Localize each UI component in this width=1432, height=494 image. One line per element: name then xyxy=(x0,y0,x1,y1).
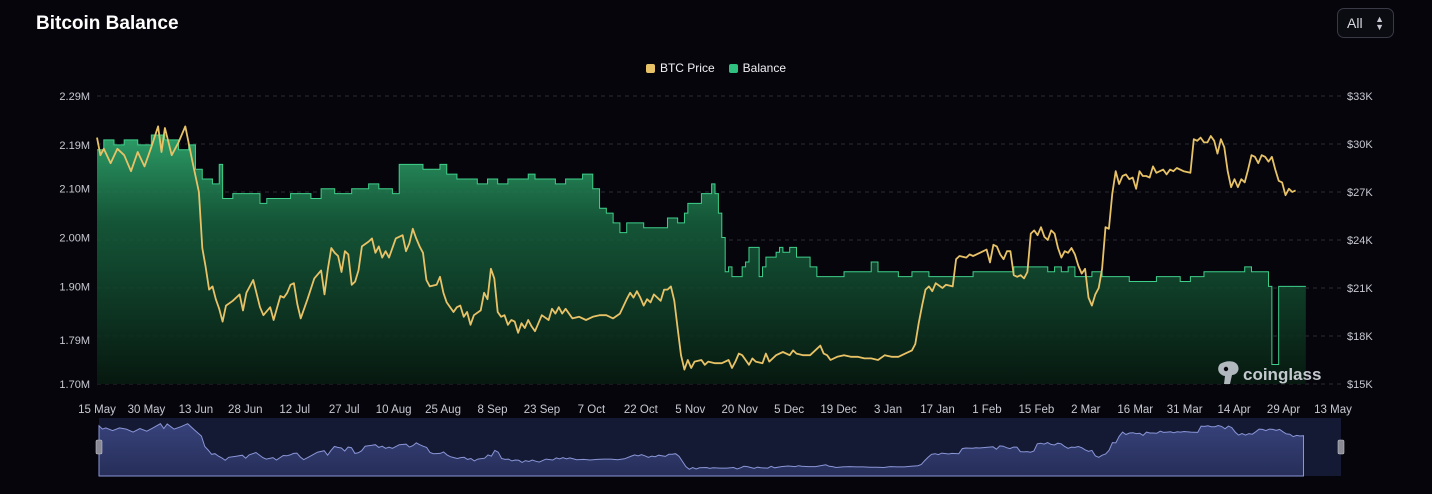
y-right-tick-label: $21K xyxy=(1347,283,1373,295)
x-tick-label: 13 Jun xyxy=(179,404,214,416)
x-tick-label: 1 Feb xyxy=(972,404,1001,416)
x-tick-label: 5 Dec xyxy=(774,404,804,416)
x-tick-label: 30 May xyxy=(128,404,166,416)
y-left-tick-label: 2.19M xyxy=(59,140,90,152)
x-tick-label: 25 Aug xyxy=(425,404,461,416)
x-tick-label: 10 Aug xyxy=(376,404,412,416)
watermark-text: coinglass xyxy=(1243,365,1321,384)
x-tick-label: 29 Apr xyxy=(1267,404,1300,416)
x-tick-label: 23 Sep xyxy=(524,404,560,416)
x-tick-label: 27 Jul xyxy=(329,404,360,416)
balance-area-fill xyxy=(97,135,1306,384)
x-tick-label: 14 Apr xyxy=(1217,404,1250,416)
y-right-tick-label: $27K xyxy=(1347,187,1373,199)
x-tick-label: 19 Dec xyxy=(820,404,857,416)
navigator-left-handle[interactable] xyxy=(95,439,103,455)
x-tick-label: 17 Jan xyxy=(920,404,955,416)
x-tick-label: 20 Nov xyxy=(722,404,759,416)
y-left-tick-label: 1.70M xyxy=(59,379,90,391)
y-left-tick-label: 2.29M xyxy=(59,91,90,103)
x-tick-label: 7 Oct xyxy=(578,404,606,416)
y-left-tick-label: 2.00M xyxy=(59,233,90,245)
y-right-tick-label: $33K xyxy=(1347,91,1373,103)
x-tick-label: 5 Nov xyxy=(675,404,705,416)
x-tick-label: 12 Jul xyxy=(279,404,310,416)
x-axis: 15 May 30 May 13 Jun 28 Jun 12 Jul 27 Jul 10 A… xyxy=(78,404,1352,416)
x-tick-label: 16 Mar xyxy=(1117,404,1153,416)
x-tick-label: 2 Mar xyxy=(1071,404,1101,416)
x-tick-label: 22 Oct xyxy=(624,404,659,416)
y-axis-left: 1.70M 1.79M 1.90M 2.00M 2.10M 2.19M 2.29M xyxy=(59,91,90,391)
range-navigator[interactable] xyxy=(95,418,1345,477)
x-tick-label: 8 Sep xyxy=(477,404,507,416)
x-tick-label: 31 Mar xyxy=(1167,404,1203,416)
y-left-tick-label: 2.10M xyxy=(59,184,90,196)
y-right-tick-label: $24K xyxy=(1347,235,1373,247)
balance-series xyxy=(97,134,1306,384)
y-axis-right: $15K $18K $21K $24K $27K $30K $33K xyxy=(1347,91,1373,391)
y-right-tick-label: $18K xyxy=(1347,331,1373,343)
x-tick-label: 13 May xyxy=(1314,404,1352,416)
navigator-right-handle[interactable] xyxy=(1337,439,1345,455)
x-tick-label: 15 May xyxy=(78,404,116,416)
x-tick-label: 3 Jan xyxy=(874,404,902,416)
y-right-tick-label: $15K xyxy=(1347,379,1373,391)
y-right-tick-label: $30K xyxy=(1347,139,1373,151)
y-left-tick-label: 1.90M xyxy=(59,281,90,293)
x-tick-label: 15 Feb xyxy=(1018,404,1054,416)
x-tick-label: 28 Jun xyxy=(228,404,263,416)
bitcoin-balance-chart: 1.70M 1.79M 1.90M 2.00M 2.10M 2.19M 2.29M $15K… xyxy=(59,91,1373,477)
y-left-tick-label: 1.79M xyxy=(59,335,90,347)
